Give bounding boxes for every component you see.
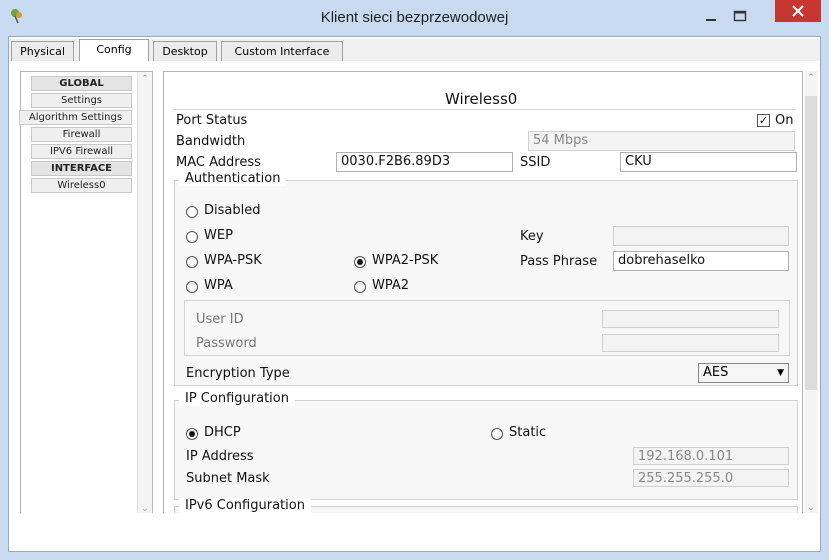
radio-disabled[interactable] (186, 206, 198, 218)
sidebar-header-interface: INTERFACE (31, 161, 132, 176)
encryption-type-label: Encryption Type (186, 366, 290, 381)
ssid-field[interactable]: CKU (620, 152, 797, 172)
wpa2-psk-label: WPA2-PSK (372, 253, 439, 268)
radio-wpa2[interactable] (354, 281, 366, 293)
mac-address-label: MAC Address (176, 155, 261, 170)
port-status-label: Port Status (176, 113, 248, 128)
disabled-label: Disabled (204, 203, 261, 218)
sidebar-header-global: GLOBAL (31, 76, 132, 91)
key-field (613, 226, 789, 246)
user-id-field (602, 310, 779, 328)
panel-scrollbar[interactable]: ⌃ ⌄ (804, 71, 818, 517)
tab-config[interactable]: Config (79, 39, 149, 62)
ip-address-field: 192.168.0.101 (633, 447, 789, 465)
wpa-label: WPA (204, 278, 233, 293)
minimize-button[interactable] (698, 6, 724, 28)
divider (174, 109, 796, 110)
maximize-button[interactable] (727, 6, 753, 28)
scroll-down-icon[interactable]: ⌄ (806, 503, 816, 513)
radio-wep[interactable] (186, 231, 198, 243)
ip-address-label: IP Address (186, 449, 254, 464)
user-id-label: User ID (196, 312, 244, 327)
sidebar-item-settings[interactable]: Settings (31, 93, 132, 108)
panel-title: Wireless0 (445, 90, 518, 108)
bandwidth-field: 54 Mbps (528, 131, 795, 151)
tab-physical[interactable]: Physical (11, 41, 74, 61)
subnet-mask-label: Subnet Mask (186, 471, 270, 486)
ipv6-configuration-title: IPv6 Configuration (179, 498, 311, 513)
title-bar[interactable]: Klient sieci bezprzewodowej (0, 0, 829, 36)
scroll-up-icon[interactable]: ⌃ (140, 74, 150, 84)
ssid-label: SSID (520, 155, 551, 170)
password-field (602, 334, 779, 352)
authentication-title: Authentication (179, 171, 287, 186)
sidebar-item-wireless0[interactable]: Wireless0 (31, 178, 132, 193)
close-button[interactable] (775, 0, 821, 22)
radio-wpa-psk[interactable] (186, 256, 198, 268)
sidebar-item-algorithm-settings[interactable]: Algorithm Settings (19, 110, 132, 125)
key-label: Key (520, 229, 544, 244)
radio-wpa2-psk[interactable] (354, 256, 366, 268)
radio-wpa[interactable] (186, 281, 198, 293)
mac-address-field[interactable]: 0030.F2B6.89D3 (336, 152, 513, 172)
port-on-checkbox[interactable]: ✓ (757, 114, 770, 127)
encryption-type-select[interactable]: AES ▼ (698, 363, 789, 383)
tab-desktop[interactable]: Desktop (153, 41, 217, 61)
pass-phrase-field[interactable]: dobrehaselko (613, 251, 789, 271)
close-icon (792, 5, 804, 17)
port-on-label: On (775, 113, 794, 128)
sidebar-scrollbar[interactable]: ⌃ ⌄ (137, 72, 152, 518)
dhcp-label: DHCP (204, 425, 241, 440)
interface-panel: Wireless0 Port Status ✓ On Bandwidth 54 … (163, 71, 803, 517)
config-page: GLOBAL Settings Algorithm Settings Firew… (9, 61, 820, 519)
ip-configuration-title: IP Configuration (179, 391, 295, 406)
static-label: Static (509, 425, 547, 440)
client-area: Physical Config Desktop Custom Interface… (8, 36, 821, 552)
scroll-up-icon[interactable]: ⌃ (806, 73, 816, 83)
bandwidth-label: Bandwidth (176, 134, 246, 149)
password-label: Password (196, 336, 257, 351)
tab-bar: Physical Config Desktop Custom Interface (9, 39, 820, 62)
wpa2-label: WPA2 (372, 278, 410, 293)
radio-dhcp[interactable] (186, 428, 198, 440)
wpa-psk-label: WPA-PSK (204, 253, 262, 268)
sidebar-item-ipv6-firewall[interactable]: IPV6 Firewall (31, 144, 132, 159)
wep-label: WEP (204, 228, 233, 243)
application-window: Klient sieci bezprzewodowej Physical Con… (0, 0, 829, 560)
dropdown-arrow-icon: ▼ (777, 368, 784, 378)
subnet-mask-field: 255.255.255.0 (633, 469, 789, 487)
scroll-thumb[interactable] (805, 96, 817, 390)
status-bar (9, 513, 820, 551)
sidebar: GLOBAL Settings Algorithm Settings Firew… (19, 71, 153, 519)
pass-phrase-label: Pass Phrase (520, 254, 598, 269)
radio-static[interactable] (491, 428, 503, 440)
tab-custom-interface[interactable]: Custom Interface (221, 41, 343, 61)
encryption-type-value: AES (703, 365, 729, 380)
sidebar-item-firewall[interactable]: Firewall (31, 127, 132, 142)
